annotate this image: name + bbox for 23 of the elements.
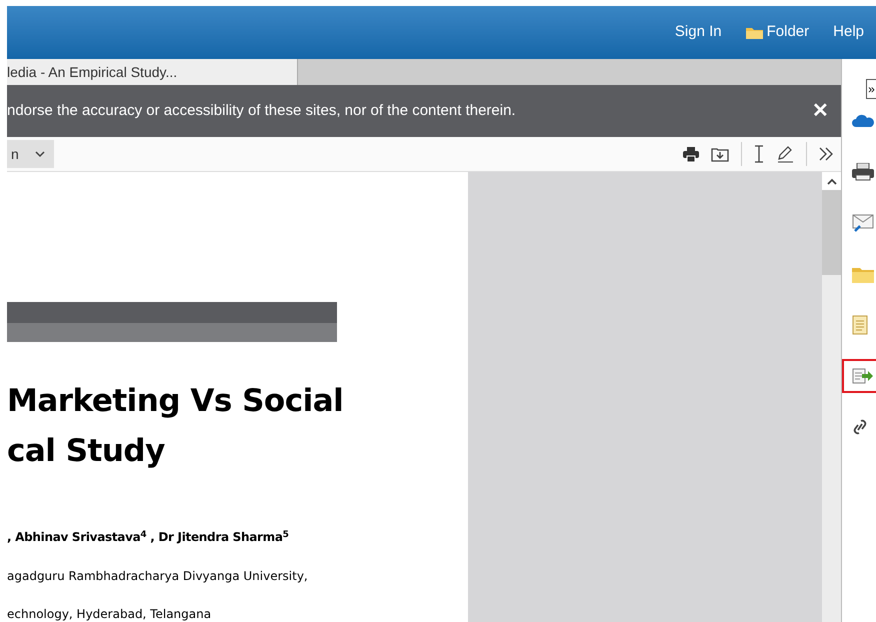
print-icon[interactable] (683, 146, 699, 162)
notice-text: ndorse the accuracy or accessibility of these sites, nor of the content therein. (7, 100, 516, 121)
header-link[interactable]: Help (833, 21, 864, 44)
double-chevron-icon[interactable] (819, 147, 833, 161)
close-button[interactable]: ✕ (812, 101, 829, 121)
folder-icon (746, 26, 763, 39)
collapse-button[interactable]: » (866, 79, 876, 99)
scroll-up-icon[interactable] (826, 178, 836, 184)
affiliation-line: echnology, Hyderabad, Telangana (7, 606, 212, 622)
text-cursor-icon[interactable] (754, 145, 764, 163)
scroll-thumb[interactable] (822, 190, 841, 275)
document-tab[interactable]: ledia - An Empirical Study... (7, 59, 298, 85)
pen-icon[interactable] (776, 145, 794, 163)
affiliation-line: agadguru Rambhadracharya Divyanga University, (7, 568, 309, 584)
zoom-dropdown[interactable]: n (7, 140, 54, 168)
document-title-line: cal Study (7, 432, 166, 471)
document-title-line: Marketing Vs Social (7, 382, 344, 421)
document-authors: , Abhinav Srivastava$^{4}$ , Dr Jitendra Sharma$^{5}$ (7, 528, 290, 546)
header-link[interactable]: Sign In (674, 21, 722, 44)
chevron-down-icon (34, 150, 45, 158)
folder-link[interactable]: Folder (746, 21, 810, 44)
download-icon[interactable] (711, 146, 729, 162)
document-arrow-icon[interactable] (842, 359, 876, 393)
